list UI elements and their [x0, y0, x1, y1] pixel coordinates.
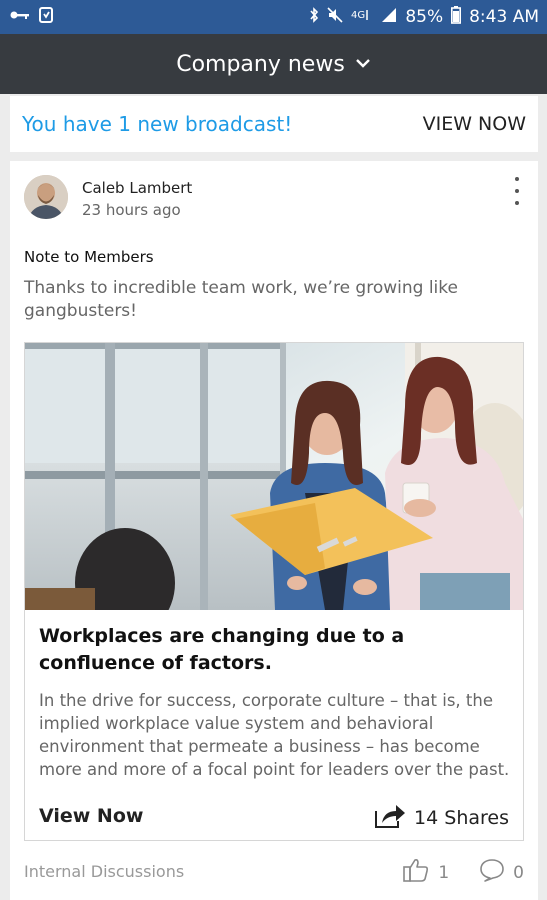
signal-icon: [381, 7, 397, 28]
share-button[interactable]: 14 Shares: [374, 801, 509, 834]
bluetooth-icon: [309, 6, 319, 28]
status-bar-left: [10, 6, 54, 29]
share-icon[interactable]: [374, 801, 406, 834]
4g-icon: 4G: [351, 7, 373, 28]
battery-percent: 85%: [405, 7, 444, 27]
link-preview[interactable]: Workplaces are changing due to a conflue…: [24, 342, 524, 841]
status-bar-right: 4G 85% 8:43 AM: [309, 5, 539, 29]
link-description: In the drive for success, corporate cult…: [39, 691, 510, 779]
chevron-down-icon[interactable]: [355, 55, 371, 73]
status-bar: 4G 85% 8:43 AM: [0, 0, 547, 34]
svg-text:4G: 4G: [351, 10, 365, 21]
post-title: Note to Members: [24, 248, 154, 266]
post-body: Thanks to incredible team work, we’re gr…: [24, 278, 458, 321]
link-preview-image[interactable]: [25, 343, 523, 610]
like-count: 1: [438, 862, 450, 883]
more-options-icon[interactable]: [512, 177, 522, 205]
mute-icon: [327, 6, 343, 28]
clock: 8:43 AM: [469, 7, 539, 27]
alarm-icon: [38, 6, 54, 29]
avatar[interactable]: [24, 175, 68, 219]
battery-icon: [451, 5, 462, 29]
view-now-button[interactable]: VIEW NOW: [423, 113, 526, 135]
post-actions: 1 0: [402, 857, 524, 888]
key-icon: [10, 8, 30, 26]
comment-icon[interactable]: [479, 858, 505, 887]
comment-count: 0: [513, 862, 524, 883]
feed-title[interactable]: Company news: [176, 52, 345, 77]
post-timestamp: 23 hours ago: [82, 201, 181, 219]
broadcast-message[interactable]: You have 1 new broadcast!: [22, 112, 292, 136]
like-icon[interactable]: [402, 857, 430, 888]
view-now-link[interactable]: View Now: [39, 805, 143, 827]
share-count: 14 Shares: [414, 806, 509, 829]
broadcast-banner[interactable]: You have 1 new broadcast! VIEW NOW: [10, 96, 538, 152]
link-title[interactable]: Workplaces are changing due to a conflue…: [39, 623, 509, 677]
channel-label[interactable]: Internal Discussions: [24, 862, 184, 881]
author-name[interactable]: Caleb Lambert: [82, 179, 192, 197]
post-card: Caleb Lambert 23 hours ago Note to Membe…: [10, 161, 538, 900]
app-bar[interactable]: Company news: [0, 34, 547, 94]
